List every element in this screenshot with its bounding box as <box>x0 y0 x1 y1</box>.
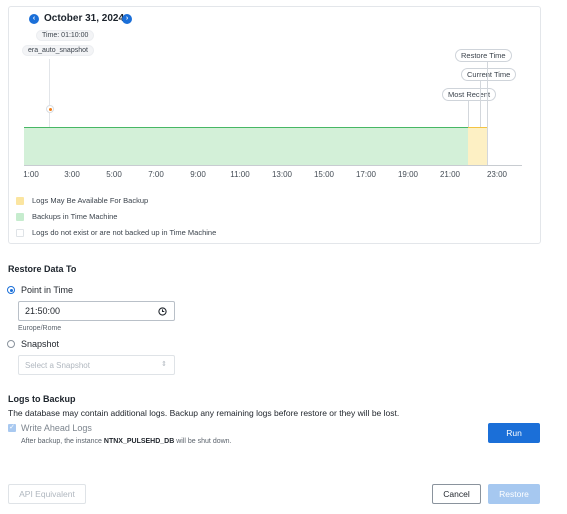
axis-tick: 7:00 <box>148 170 164 179</box>
shutdown-note-suffix: will be shut down. <box>174 438 232 445</box>
legend-swatch-white <box>16 228 24 237</box>
chevron-updown-icon: ⇕ <box>161 361 167 368</box>
legend-swatch-green <box>16 212 24 221</box>
api-equivalent-button[interactable]: API Equivalent <box>8 484 86 504</box>
legend-label: Logs do not exist or are not backed up i… <box>32 228 217 237</box>
restore-time-marker: Restore Time <box>455 49 512 62</box>
axis-tick: 3:00 <box>64 170 80 179</box>
legend-no-logs: Logs do not exist or are not backed up i… <box>16 228 216 237</box>
legend-swatch-yellow <box>16 196 24 205</box>
axis-tick: 13:00 <box>271 170 293 179</box>
axis-tick: 23:00 <box>486 170 508 179</box>
axis-tick: 5:00 <box>106 170 122 179</box>
axis-tick: 17:00 <box>355 170 377 179</box>
snapshot-label: Snapshot <box>21 339 60 349</box>
point-in-time-radio[interactable] <box>7 286 15 294</box>
axis-tick: 19:00 <box>397 170 419 179</box>
axis-tick: 11:00 <box>230 170 250 179</box>
backup-band <box>24 127 468 165</box>
snapshot-point[interactable] <box>46 105 54 113</box>
chevron-left-icon[interactable]: ‹ <box>29 14 39 24</box>
restore-time-line <box>487 62 488 165</box>
snapshot-select-placeholder: Select a Snapshot <box>25 360 90 370</box>
axis-tick: 1:00 <box>23 170 39 179</box>
snapshot-radio[interactable] <box>7 340 15 348</box>
time-input-value: 21:50:00 <box>25 306 61 316</box>
legend-label: Logs May Be Available For Backup <box>32 196 149 205</box>
restore-button[interactable]: Restore <box>488 484 540 504</box>
restore-section-title: Restore Data To <box>8 264 77 274</box>
current-time-marker: Current Time <box>461 68 517 81</box>
legend-backups: Backups in Time Machine <box>16 212 117 221</box>
snapshot-select[interactable]: Select a Snapshot ⇕ <box>18 355 175 375</box>
axis-tick: 9:00 <box>190 170 206 179</box>
shutdown-note: After backup, the instance NTNX_PULSEHD_… <box>21 438 232 445</box>
instance-name: NTNX_PULSEHD_DB <box>103 438 175 445</box>
axis-tick: 15:00 <box>313 170 335 179</box>
logs-band <box>468 127 487 165</box>
run-button[interactable]: Run <box>488 423 540 443</box>
time-input[interactable]: 21:50:00 <box>18 301 175 321</box>
time-axis <box>24 165 522 166</box>
time-chip: Time: 01:10:00 <box>36 30 95 41</box>
axis-tick: 21:00 <box>439 170 461 179</box>
timezone-label: Europe/Rome <box>18 325 62 332</box>
timeline-panel: ‹ October 31, 2024 › Time: 01:10:00 era_… <box>8 6 541 244</box>
shutdown-note-prefix: After backup, the instance <box>21 438 104 445</box>
write-ahead-logs-checkbox[interactable]: ✓ <box>8 424 16 432</box>
logs-description: The database may contain additional logs… <box>8 408 400 418</box>
legend-logs-available: Logs May Be Available For Backup <box>16 196 148 205</box>
legend-label: Backups in Time Machine <box>32 212 118 221</box>
timeline-date: October 31, 2024 <box>44 13 125 24</box>
point-in-time-label: Point in Time <box>21 285 74 295</box>
logs-section-title: Logs to Backup <box>8 394 76 404</box>
cancel-button[interactable]: Cancel <box>432 484 481 504</box>
clock-icon[interactable] <box>158 307 167 316</box>
snapshot-chip: era_auto_snapshot <box>22 45 94 56</box>
chevron-right-icon[interactable]: › <box>122 14 132 24</box>
write-ahead-logs-label: Write Ahead Logs <box>21 423 92 433</box>
